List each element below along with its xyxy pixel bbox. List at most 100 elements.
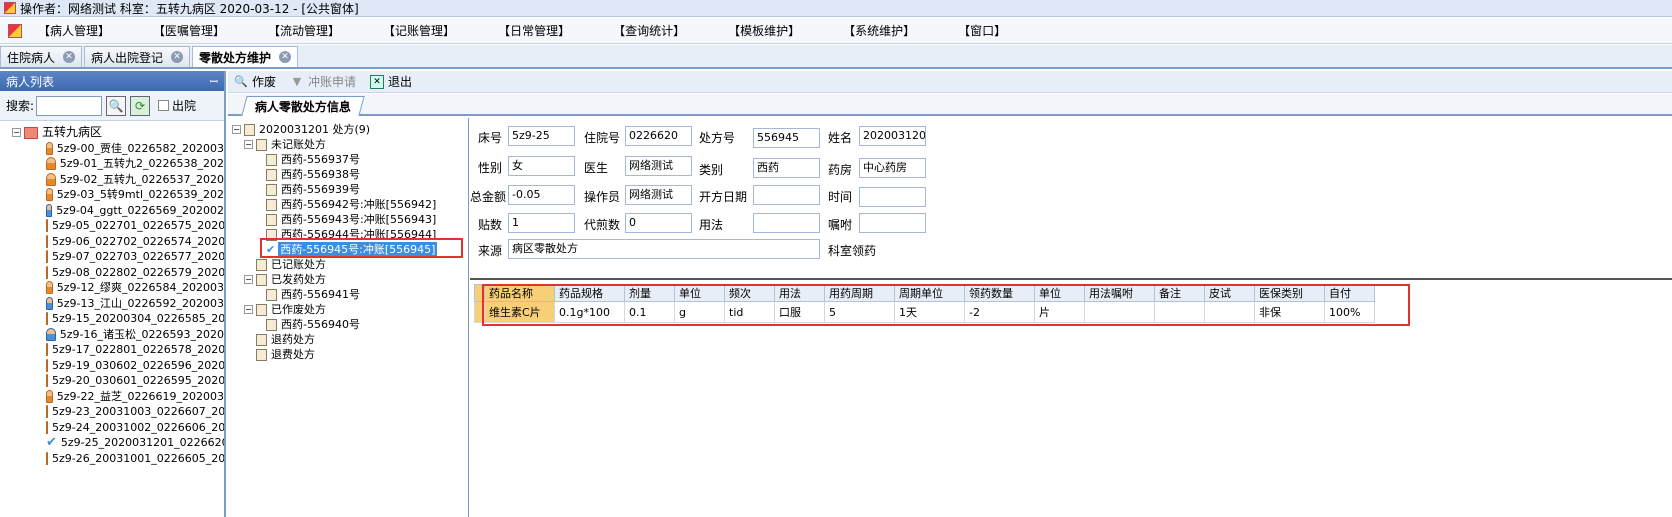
tab-discharge-registration[interactable]: 病人出院登记 ✕: [84, 46, 191, 67]
document-tabs: 住院病人 ✕ 病人出院登记 ✕ 零散处方维护 ✕: [0, 45, 1672, 69]
patient-icon: [46, 234, 48, 248]
rx-item[interactable]: 西药-556942号:冲账[556942]: [228, 197, 468, 212]
menu-query[interactable]: 【查询统计】: [607, 20, 691, 41]
rx-voided-node[interactable]: − 已作废处方: [228, 302, 468, 317]
rx-item[interactable]: 西药-556940号: [228, 317, 468, 332]
patient-list-item[interactable]: 5z9-15_20200304_0226585_20: [12, 311, 224, 327]
selection-highlight-box: [260, 238, 463, 258]
rx-item[interactable]: 西药-556941号: [228, 287, 468, 302]
search-icon: 🔍: [108, 98, 124, 113]
patient-list-item[interactable]: 5z9-04_ggtt_0226569_202002: [12, 203, 224, 219]
app-menu-icon[interactable]: [8, 23, 22, 38]
collapse-icon[interactable]: −: [244, 275, 253, 284]
bed-field[interactable]: 5z9-25: [508, 126, 575, 146]
name-label: 姓名: [828, 131, 853, 145]
exit-button[interactable]: ✕ 退出: [370, 73, 412, 90]
patient-list-item[interactable]: 5z9-19_030602_0226596_2020: [12, 358, 224, 374]
advice-field[interactable]: [859, 213, 926, 233]
menu-window[interactable]: 【窗口】: [952, 20, 1012, 41]
patient-list-item[interactable]: 5z9-06_022702_0226574_2020: [12, 234, 224, 250]
collapse-icon[interactable]: −: [244, 305, 253, 314]
usage-field[interactable]: [753, 213, 820, 233]
rx-dispensed-node[interactable]: − 已发药处方: [228, 272, 468, 287]
menu-orders[interactable]: 【医嘱管理】: [147, 20, 231, 41]
sex-field[interactable]: 女: [508, 156, 575, 176]
patient-list-item[interactable]: 5z9-20_030601_0226595_2020: [12, 373, 224, 389]
patient-list-item[interactable]: 5z9-22_益芝_0226619_202003: [12, 389, 224, 405]
total-field[interactable]: -0.05: [508, 185, 575, 205]
patient-list-item[interactable]: 5z9-00_贾佳_0226582_202003: [12, 141, 224, 157]
close-icon[interactable]: ✕: [279, 51, 292, 63]
patient-list-item[interactable]: 5z9-17_022801_0226578_2020: [12, 342, 224, 358]
drug-grid-panel: 药品名称 药品规格 剂量 单位 频次 用法 用药周期 周期单位 领药数量 单位 用法嘱咐 备注 皮试 医保…: [470, 278, 1672, 517]
ward-node[interactable]: − 五转九病区: [12, 125, 224, 141]
admission-field[interactable]: 0226620: [625, 126, 692, 146]
rx-returned-node[interactable]: 退药处方: [228, 332, 468, 347]
patient-label: 5z9-24_20031002_0226606_20: [52, 420, 224, 434]
patient-icon: [46, 405, 48, 419]
document-icon: [256, 348, 267, 361]
name-field[interactable]: 2020031201: [859, 126, 926, 146]
doses-field[interactable]: 1: [508, 213, 575, 233]
rx-billed-node[interactable]: 已记账处方: [228, 257, 468, 272]
pin-icon[interactable]: ꟷ: [210, 74, 218, 88]
category-field[interactable]: 西药: [753, 158, 820, 178]
patient-list-item[interactable]: 5z9-16_诸玉松_0226593_2020: [12, 327, 224, 343]
patient-list-item[interactable]: 5z9-01_五转九2_0226538_202: [12, 156, 224, 172]
menu-daily[interactable]: 【日常管理】: [492, 20, 576, 41]
rx-unbilled-node[interactable]: − 未记账处方: [228, 137, 468, 152]
rx-item[interactable]: 西药-556943号:冲账[556943]: [228, 212, 468, 227]
patient-list-item[interactable]: 5z9-03_5转9mtl_0226539_202: [12, 187, 224, 203]
date-field[interactable]: [753, 185, 820, 205]
search-input[interactable]: [36, 95, 103, 116]
patient-list-item[interactable]: ✔ 5z9-25_2020031201_0226620_: [12, 435, 224, 451]
doctor-field[interactable]: 网络测试: [625, 156, 692, 176]
menu-template[interactable]: 【模板维护】: [722, 20, 806, 41]
tab-scattered-prescription[interactable]: 零散处方维护 ✕: [192, 46, 299, 67]
check-icon: ✔: [46, 435, 57, 451]
time-field[interactable]: [859, 187, 926, 207]
menu-patient[interactable]: 【病人管理】: [32, 20, 116, 41]
rx-refund-node[interactable]: 退费处方: [228, 347, 468, 362]
tab-inpatients[interactable]: 住院病人 ✕: [0, 46, 83, 67]
patient-list-item[interactable]: 5z9-13_江山_0226592_202003: [12, 296, 224, 312]
patient-list-header: 病人列表 ꟷ: [0, 71, 224, 91]
patient-list-item[interactable]: 5z9-24_20031002_0226606_20: [12, 420, 224, 436]
patient-list-item[interactable]: 5z9-12_缪爽_0226584_202003: [12, 280, 224, 296]
patient-list-panel: 病人列表 ꟷ 搜索: 🔍 ⟳ 出院 − 五转九病区 5z9-00_贾佳_0226…: [0, 71, 226, 517]
close-icon[interactable]: ✕: [171, 51, 184, 63]
reverse-request-button[interactable]: ▼ 冲账申请: [290, 73, 356, 90]
patient-list-item[interactable]: 5z9-05_022701_0226575_2020: [12, 218, 224, 234]
menu-billing[interactable]: 【记账管理】: [377, 20, 461, 41]
refresh-button[interactable]: ⟳: [130, 95, 151, 116]
collapse-icon[interactable]: −: [12, 128, 21, 138]
search-button[interactable]: 🔍: [106, 95, 127, 116]
patient-label: 5z9-07_022703_0226577_2020: [52, 250, 224, 263]
rx-item[interactable]: 西药-556939号: [228, 182, 468, 197]
patient-list-item[interactable]: 5z9-08_022802_0226579_2020: [12, 265, 224, 281]
collapse-icon[interactable]: −: [232, 125, 241, 134]
pharmacy-field[interactable]: 中心药房: [859, 158, 926, 178]
patient-list-item[interactable]: 5z9-02_五转九_0226537_2020: [12, 172, 224, 188]
menu-flow[interactable]: 【流动管理】: [262, 20, 346, 41]
operator-field[interactable]: 网络测试: [625, 185, 692, 205]
void-button[interactable]: 🔍 作废: [234, 73, 276, 90]
rx-item[interactable]: 西药-556938号: [228, 167, 468, 182]
rxno-field[interactable]: 556945: [753, 128, 820, 148]
source-field[interactable]: 病区零散处方: [508, 239, 820, 259]
tab-patient-prescription-info[interactable]: 病人零散处方信息: [241, 96, 365, 116]
sex-label: 性别: [478, 161, 503, 175]
decoct-field[interactable]: 0: [625, 213, 692, 233]
patient-list-item[interactable]: 5z9-23_20031003_0226607_20: [12, 404, 224, 420]
source-label: 来源: [478, 244, 503, 258]
decoct-label: 代煎数: [584, 218, 621, 232]
discharged-checkbox[interactable]: [158, 100, 170, 111]
rx-root-node[interactable]: − 2020031201 处方(9): [228, 122, 468, 137]
close-icon[interactable]: ✕: [63, 51, 76, 63]
menu-system[interactable]: 【系统维护】: [837, 20, 921, 41]
patient-list-item[interactable]: 5z9-07_022703_0226577_2020: [12, 249, 224, 265]
rx-item[interactable]: 西药-556937号: [228, 152, 468, 167]
document-icon: [266, 168, 277, 181]
collapse-icon[interactable]: −: [244, 140, 253, 149]
patient-list-item[interactable]: 5z9-26_20031001_0226605_20: [12, 451, 224, 467]
